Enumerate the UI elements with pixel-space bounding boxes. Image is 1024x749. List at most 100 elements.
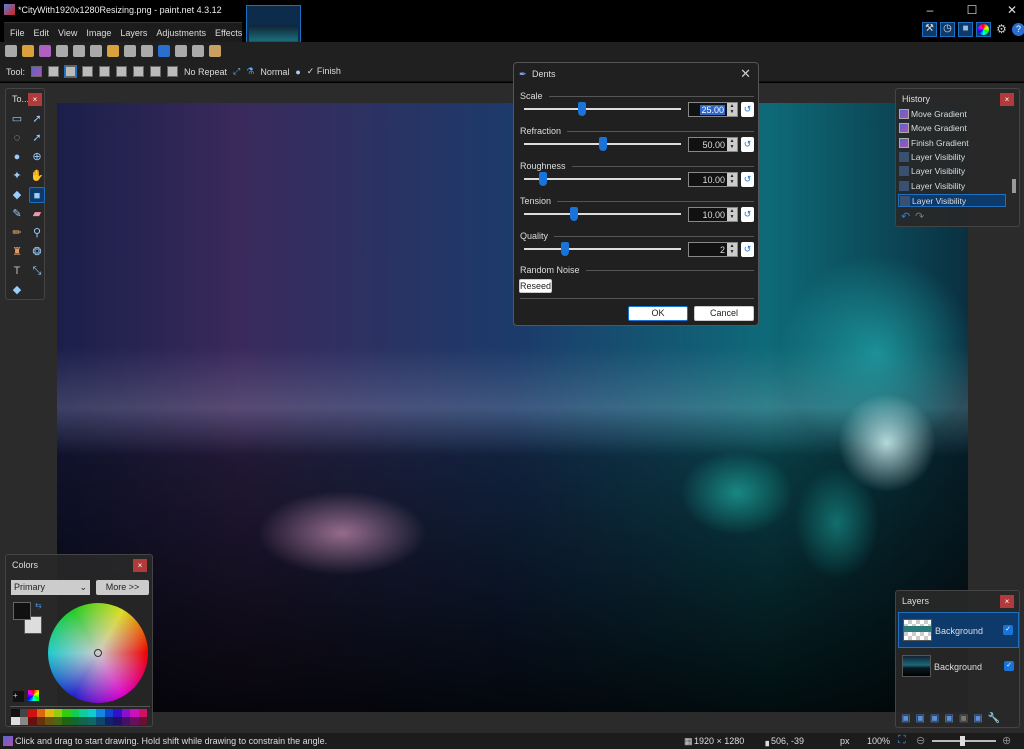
reseed-button[interactable]: Reseed — [519, 279, 552, 293]
slider-thumb[interactable] — [538, 172, 547, 186]
palette-swatch[interactable] — [36, 717, 45, 725]
new-icon[interactable] — [5, 45, 17, 57]
palette-swatch[interactable] — [130, 717, 139, 725]
palette-swatch[interactable] — [113, 709, 122, 717]
spiral-ccw-icon[interactable] — [150, 66, 162, 77]
ok-button[interactable]: OK — [628, 306, 688, 321]
reset-icon[interactable]: ↺ — [741, 207, 754, 222]
settings-icon[interactable]: ⚙ — [994, 22, 1009, 37]
palette-swatch[interactable] — [45, 717, 54, 725]
palette-swatch[interactable] — [62, 709, 71, 717]
slider-thumb[interactable] — [570, 207, 579, 221]
colors-toggle-icon[interactable] — [976, 22, 991, 37]
units-dropdown[interactable]: px — [840, 736, 850, 746]
palette-swatch[interactable] — [104, 709, 113, 717]
zoom-icon[interactable]: ⊕ — [29, 149, 45, 165]
cancel-button[interactable]: Cancel — [694, 306, 754, 321]
layer-visibility-checkbox[interactable]: ✓ — [1003, 625, 1013, 635]
paste-icon[interactable] — [107, 45, 119, 57]
undo-icon[interactable]: ↶ — [901, 210, 910, 223]
history-item[interactable]: Move Gradient — [898, 108, 1006, 121]
move-selected-icon[interactable]: ➚ — [29, 111, 45, 127]
shapes-icon[interactable]: ◆ — [9, 282, 25, 298]
menu-adjustments[interactable]: Adjustments — [156, 28, 206, 38]
property-value-input[interactable]: 25.00 ▲ ▼ — [688, 102, 738, 117]
crop-icon[interactable] — [124, 45, 136, 57]
palette-swatch[interactable] — [121, 717, 130, 725]
palette-swatch[interactable] — [79, 709, 88, 717]
spinner-icon[interactable]: ▲ ▼ — [727, 173, 737, 186]
move-layer-up-icon[interactable]: ▣ — [959, 713, 968, 724]
palette-swatch[interactable] — [130, 709, 139, 717]
colors-close-button[interactable]: × — [133, 559, 147, 572]
deselect-icon[interactable] — [141, 45, 153, 57]
copy-icon[interactable] — [90, 45, 102, 57]
color-picker-icon[interactable]: ⚲ — [29, 225, 45, 241]
palette-swatch[interactable] — [96, 709, 105, 717]
radial-gradient-icon[interactable] — [99, 66, 111, 77]
transparency-mode-icon[interactable] — [167, 66, 179, 77]
move-layer-down-icon[interactable]: ▣ — [973, 713, 982, 724]
palette-swatch[interactable] — [87, 717, 96, 725]
palette-swatch[interactable] — [19, 717, 28, 725]
history-item[interactable]: Layer Visibility — [898, 193, 1006, 207]
primary-color-swatch[interactable] — [13, 602, 31, 620]
dialog-close-button[interactable]: ✕ — [740, 66, 751, 82]
property-value-input[interactable]: 10.00 ▲ ▼ — [688, 172, 738, 187]
menu-file[interactable]: File — [10, 28, 25, 38]
open-icon[interactable] — [22, 45, 34, 57]
zoom-slider-thumb[interactable] — [960, 736, 965, 746]
palette-swatch[interactable] — [138, 709, 147, 717]
swap-colors-icon[interactable]: ⇆ — [35, 601, 42, 610]
reset-icon[interactable]: ↺ — [741, 242, 754, 257]
layer-row[interactable]: Background ✓ — [898, 649, 1019, 685]
palette-swatch[interactable] — [28, 709, 37, 717]
tool-selector[interactable] — [31, 66, 43, 77]
tools-close-button[interactable]: × — [28, 93, 42, 106]
maximize-button[interactable]: ☐ — [962, 3, 982, 17]
recolor-icon[interactable]: ❂ — [29, 244, 45, 260]
redo-icon[interactable] — [175, 45, 187, 57]
close-button[interactable]: ✕ — [1002, 3, 1022, 17]
palette-swatch[interactable] — [11, 709, 20, 717]
linear-reflected-gradient-icon[interactable] — [64, 65, 78, 78]
layer-row[interactable]: Background ✓ — [898, 612, 1019, 648]
layer-visibility-checkbox[interactable]: ✓ — [1004, 661, 1014, 671]
palette-swatch[interactable] — [70, 709, 79, 717]
layers-close-button[interactable]: × — [1000, 595, 1014, 608]
magic-wand-icon[interactable]: ✦ — [9, 168, 25, 184]
layers-toggle-icon[interactable]: ■ — [958, 22, 973, 37]
palette-swatch[interactable] — [53, 709, 62, 717]
menu-edit[interactable]: Edit — [34, 28, 50, 38]
slider-thumb[interactable] — [560, 242, 569, 256]
palette-swatch[interactable] — [87, 709, 96, 717]
more-colors-button[interactable]: More >> — [96, 580, 149, 595]
lasso-select-icon[interactable]: ◌ — [9, 130, 25, 146]
linear-gradient-icon[interactable] — [48, 66, 60, 77]
help-icon[interactable]: ? — [1012, 23, 1024, 36]
property-value-input[interactable]: 50.00 ▲ ▼ — [688, 137, 738, 152]
spiral-cw-icon[interactable] — [133, 66, 145, 77]
diamond-gradient-icon[interactable] — [82, 66, 94, 77]
menu-view[interactable]: View — [58, 28, 77, 38]
color-wheel-cursor[interactable] — [94, 649, 102, 657]
reset-icon[interactable]: ↺ — [741, 172, 754, 187]
slider-thumb[interactable] — [598, 137, 607, 151]
pan-icon[interactable]: ✋ — [29, 168, 45, 184]
grid-icon[interactable] — [192, 45, 204, 57]
palette-swatch[interactable] — [138, 717, 147, 725]
history-item[interactable]: Layer Visibility — [898, 151, 1006, 164]
finish-button[interactable]: ✓ Finish — [307, 66, 341, 77]
palette-swatch[interactable] — [36, 709, 45, 717]
palette-swatch[interactable] — [113, 717, 122, 725]
palette-swatch[interactable] — [70, 717, 79, 725]
spinner-icon[interactable]: ▲ ▼ — [727, 103, 737, 116]
tools-toggle-icon[interactable]: ⚒ — [922, 22, 937, 37]
minimize-button[interactable]: – — [920, 3, 940, 17]
reset-icon[interactable]: ↺ — [741, 102, 754, 117]
history-scrollbar[interactable] — [1012, 179, 1016, 193]
palette-swatch[interactable] — [53, 717, 62, 725]
palette-swatch[interactable] — [28, 717, 37, 725]
palette-swatch[interactable] — [104, 717, 113, 725]
merge-layer-down-icon[interactable]: ▣ — [944, 713, 953, 724]
